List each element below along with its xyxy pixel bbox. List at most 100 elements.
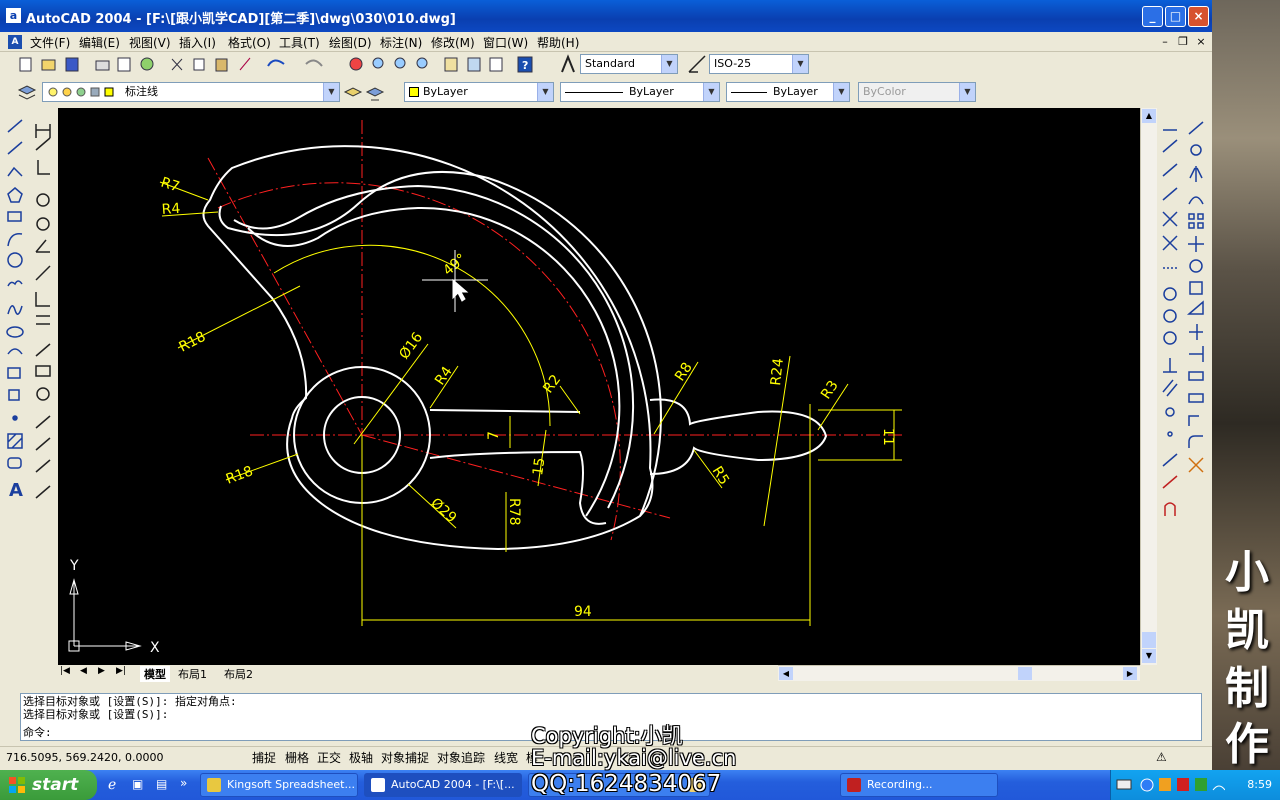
dim-style-icon[interactable] <box>686 52 708 78</box>
command-history-line-1: 选择目标对象或 [设置(S)]: 指定对角点: <box>23 695 237 708</box>
status-osnap-button[interactable]: 对象捕捉 <box>379 749 431 767</box>
text-style-icon[interactable] <box>558 52 578 78</box>
vertical-scrollbar[interactable]: ▲ ▼ <box>1140 108 1157 665</box>
close-button[interactable]: × <box>1188 6 1209 27</box>
drawing-area[interactable]: R7 R4 R18 Ø16 R4 R18 Ø29 7 15 R2 R78 R8 … <box>58 108 1140 665</box>
status-snap-button[interactable]: 捕捉 <box>250 749 278 767</box>
task-kingsoft-label: Kingsoft Spreadsheet... <box>227 778 355 791</box>
start-button[interactable]: start <box>0 770 97 800</box>
menu-format[interactable]: 格式(O) <box>228 34 271 51</box>
task-recording[interactable]: Recording... <box>840 773 998 797</box>
linear-dim-icon <box>35 124 51 138</box>
status-lineweight-button[interactable]: 线宽 <box>492 749 520 767</box>
snap-node-icon <box>1167 431 1173 437</box>
title-bar[interactable]: a AutoCAD 2004 - [F:\[跟小凯学CAD][第二季]\dwg\… <box>0 0 1212 32</box>
quicklaunch-more-icon[interactable]: » <box>180 776 187 790</box>
tab-last-icon[interactable]: ▶| <box>116 666 126 676</box>
menu-dimension[interactable]: 标注(N) <box>380 34 422 51</box>
overlay-email: E-mail:ykai@live.cn <box>531 746 737 770</box>
layer-chevron-down-icon[interactable]: ▼ <box>323 83 339 101</box>
scroll-up-icon[interactable]: ▲ <box>1142 109 1156 123</box>
tool-palettes-icon <box>489 57 503 72</box>
revision-cloud-icon <box>7 280 23 287</box>
linetype-value: ByLayer <box>629 85 674 98</box>
print-icon <box>95 60 110 71</box>
linetype-sample <box>565 91 623 93</box>
tab-layout1[interactable]: 布局1 <box>178 666 207 682</box>
lineweight-chevron-down-icon[interactable]: ▼ <box>833 83 849 101</box>
doc-minimize-button[interactable]: – <box>1157 34 1173 50</box>
linetype-select[interactable]: ByLayer ▼ <box>560 82 720 102</box>
snap-perpendicular-icon <box>1163 358 1177 373</box>
tab-model[interactable]: 模型 <box>140 666 170 682</box>
scroll-left-icon[interactable]: ◀ <box>779 667 793 680</box>
snap-nearest-icon <box>1162 453 1178 467</box>
status-grid-button[interactable]: 栅格 <box>283 749 311 767</box>
tab-first-icon[interactable]: |◀ <box>60 666 70 676</box>
menu-edit[interactable]: 编辑(E) <box>79 34 120 51</box>
horizontal-scrollbar[interactable]: ◀ ▶ <box>778 665 1140 681</box>
menu-help[interactable]: 帮助(H) <box>537 34 579 51</box>
tab-next-icon[interactable]: ▶ <box>98 666 105 676</box>
aligned-dim-icon <box>35 137 51 151</box>
task-kingsoft-spreadsheet[interactable]: Kingsoft Spreadsheet... <box>200 773 358 797</box>
coordinates-readout[interactable]: 716.5095, 569.2420, 0.0000 <box>6 750 246 766</box>
dim-text-r18-bottom: R18 <box>224 463 255 487</box>
color-select[interactable]: ByLayer ▼ <box>404 82 554 102</box>
dim-text-7: 7 <box>486 431 502 440</box>
autocad-app-icon[interactable]: a <box>6 8 21 23</box>
tab-prev-icon[interactable]: ◀ <box>80 666 87 676</box>
media-quicklaunch-icon[interactable]: ▤ <box>156 777 167 791</box>
offset-icon <box>1188 196 1204 205</box>
array-icon <box>1188 213 1195 220</box>
menu-draw[interactable]: 绘图(D) <box>329 34 372 51</box>
layer-select[interactable]: 标注线 ▼ <box>42 82 340 102</box>
tab-layout2[interactable]: 布局2 <box>224 666 253 682</box>
vertical-scroll-thumb[interactable] <box>1142 632 1156 648</box>
construction-line-icon <box>7 141 23 155</box>
line-icon <box>7 119 23 133</box>
text-style-select[interactable]: Standard ▼ <box>580 54 678 74</box>
layer-previous-icon[interactable] <box>364 82 386 104</box>
menu-window[interactable]: 窗口(W) <box>483 34 528 51</box>
arc-icon <box>7 233 23 247</box>
ie-quicklaunch-icon[interactable]: ℯ <box>108 777 116 793</box>
document-icon[interactable]: A <box>8 35 22 49</box>
menu-insert[interactable]: 插入(I) <box>179 34 216 51</box>
scroll-down-icon[interactable]: ▼ <box>1142 649 1156 663</box>
menu-view[interactable]: 视图(V) <box>129 34 171 51</box>
dim-style-select[interactable]: ISO-25 ▼ <box>709 54 809 74</box>
doc-close-button[interactable]: × <box>1193 34 1209 50</box>
text-style-chevron-down-icon[interactable]: ▼ <box>661 55 677 73</box>
minimize-button[interactable]: _ <box>1142 6 1163 27</box>
command-prompt[interactable]: 命令: <box>23 726 52 739</box>
trim-icon <box>1189 324 1203 340</box>
maximize-button[interactable]: □ <box>1165 6 1186 27</box>
snap-settings-icon <box>1164 502 1176 516</box>
linetype-chevron-down-icon[interactable]: ▼ <box>703 83 719 101</box>
snap-parallel-icon <box>1162 379 1178 397</box>
desktop-quicklaunch-icon[interactable]: ▣ <box>132 777 143 791</box>
status-ortho-button[interactable]: 正交 <box>315 749 343 767</box>
make-current-layer-icon[interactable] <box>342 82 364 104</box>
dim-style-chevron-down-icon[interactable]: ▼ <box>792 55 808 73</box>
pan-icon <box>349 57 363 71</box>
match-prop-icon <box>239 57 251 71</box>
drawing-svg[interactable]: R7 R4 R18 Ø16 R4 R18 Ø29 7 15 R2 R78 R8 … <box>58 108 1140 665</box>
lineweight-select[interactable]: ByLayer ▼ <box>726 82 850 102</box>
menu-file[interactable]: 文件(F) <box>30 34 70 51</box>
doc-restore-button[interactable]: ❐ <box>1175 34 1191 50</box>
scroll-right-icon[interactable]: ▶ <box>1123 667 1137 680</box>
status-tray-icon[interactable]: ⚠ <box>1156 750 1167 764</box>
horizontal-scroll-thumb[interactable] <box>1018 667 1032 680</box>
polygon-icon <box>7 187 23 203</box>
color-chevron-down-icon[interactable]: ▼ <box>537 83 553 101</box>
task-autocad[interactable]: AutoCAD 2004 - [F:\[... <box>364 773 522 797</box>
menu-tools[interactable]: 工具(T) <box>279 34 320 51</box>
layer-manager-icon[interactable] <box>16 82 38 104</box>
status-polar-button[interactable]: 极轴 <box>347 749 375 767</box>
ucs-icon <box>68 578 142 652</box>
status-otrack-button[interactable]: 对象追踪 <box>435 749 487 767</box>
menu-modify[interactable]: 修改(M) <box>431 34 475 51</box>
quick-leader-icon <box>35 343 51 357</box>
